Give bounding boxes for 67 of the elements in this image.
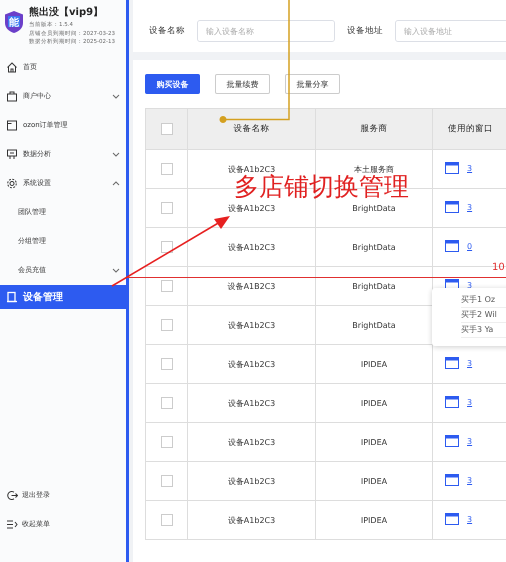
checkbox[interactable] [160, 436, 172, 448]
checkbox[interactable] [160, 202, 172, 214]
checkbox[interactable] [160, 397, 172, 409]
column-header: 服务商 [316, 108, 432, 150]
checkbox[interactable] [160, 163, 172, 175]
sidebar-item[interactable]: 设备管理 [0, 285, 126, 309]
app-logo: 能 [4, 10, 24, 34]
window-count-link[interactable]: 3 [467, 164, 472, 172]
tooltip-item: 买手3 Ya [461, 323, 506, 338]
checkbox[interactable] [160, 319, 172, 331]
table-cell: 设备A1b2C3 [188, 422, 316, 462]
table-cell: IPIDEA [316, 422, 432, 462]
window-count-link[interactable]: 3 [467, 398, 472, 406]
table-cell: 设备A1b2C3 [188, 306, 316, 344]
menu-icon [6, 291, 18, 303]
menu-icon [6, 148, 18, 160]
window-count-link[interactable]: 3 [467, 280, 472, 290]
table-cell: 设备A1b2C3 [188, 384, 316, 422]
menu-icon [6, 90, 18, 102]
table-cell: 设备A1b2C3 [188, 462, 316, 500]
window-count-link[interactable]: 3 [467, 358, 472, 368]
tooltip-item: 买手2 Wil [461, 308, 506, 323]
input-field[interactable]: 输入设备地址 [395, 20, 506, 42]
checkbox[interactable] [160, 358, 172, 370]
tooltip-item: 买手1 Oz [461, 293, 506, 308]
field-label: 设备地址 [347, 25, 383, 37]
menu-icon [6, 118, 18, 130]
column-header: 设备名称 [188, 108, 316, 150]
table-cell: 设备A1b2C3 [188, 228, 316, 266]
window-count-link[interactable]: 3 [467, 476, 472, 484]
table-cell: BrightData [316, 228, 432, 266]
checkbox[interactable] [160, 514, 172, 526]
table-cell: IPIDEA [316, 384, 432, 422]
window-count-link[interactable]: 3 [467, 514, 472, 524]
field-label: 设备名称 [149, 25, 185, 37]
marker-text: 10 [492, 262, 505, 273]
checkbox[interactable] [160, 280, 172, 292]
buy-button[interactable]: 购买设备 [145, 74, 200, 94]
menu-icon [6, 60, 18, 72]
window-icon [445, 162, 459, 174]
window-count-link[interactable]: 3 [467, 202, 472, 212]
window-icon [445, 435, 459, 447]
app-title: 熊出没【vip9】 [29, 6, 104, 19]
window-count-link[interactable]: 0 [467, 242, 472, 250]
table-cell: IPIDEA [316, 344, 432, 384]
window-icon [445, 474, 459, 486]
window-icon [445, 513, 459, 525]
logout-icon [6, 488, 18, 500]
table-cell: 设备A1b2C3 [188, 500, 316, 540]
table-cell: IPIDEA [316, 500, 432, 540]
checkbox[interactable] [160, 241, 172, 253]
window-icon [445, 396, 459, 408]
table-cell: 设备A1b2C3 [188, 344, 316, 384]
input-field[interactable]: 输入设备名称 [197, 20, 335, 42]
table-cell: IPIDEA [316, 462, 432, 500]
action-button[interactable]: 批量续费 [215, 74, 270, 94]
window-count-link[interactable]: 3 [467, 436, 472, 446]
column-header: 使用的窗口 [432, 108, 506, 150]
checkbox[interactable] [160, 123, 172, 135]
table-cell: 设备A1B2C3 [188, 266, 316, 306]
window-icon [445, 201, 459, 213]
checkbox[interactable] [160, 475, 172, 487]
collapse-icon [6, 518, 18, 530]
window-icon [445, 240, 459, 252]
action-button[interactable]: 批量分享 [285, 74, 340, 94]
window-icon [445, 357, 459, 369]
menu-icon [6, 176, 18, 188]
